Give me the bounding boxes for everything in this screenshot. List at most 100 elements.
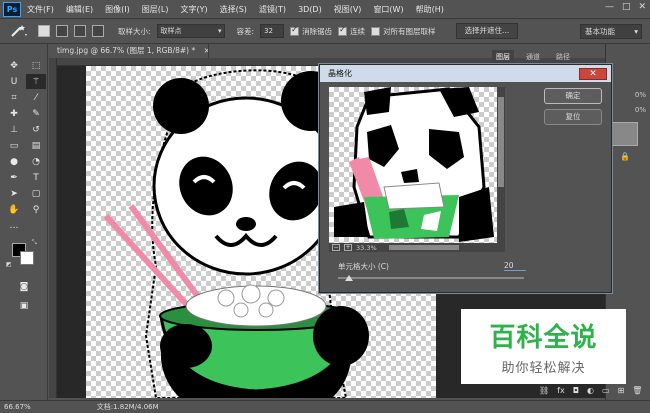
zoom-in-button[interactable]: + [344,244,352,251]
marquee-tool-icon[interactable]: ⬚ [26,58,46,73]
watermark: 百科全说 助你轻松解决 [461,309,626,384]
healing-brush-icon[interactable]: ✚ [4,106,24,121]
preview-zoom-bar: − + 33.3% [329,243,505,252]
magic-wand-icon[interactable] [6,21,32,41]
menu-3d[interactable]: 3D(D) [298,5,322,14]
history-brush-icon[interactable]: ↺ [26,122,46,137]
quick-mask-icon[interactable]: ◙ [14,279,34,294]
link-layers-icon[interactable]: ⛓ [539,386,549,400]
dialog-close-button[interactable]: ✕ [579,68,607,80]
menu-filter[interactable]: 滤镜(T) [259,4,286,15]
menu-edit[interactable]: 编辑(E) [66,4,93,15]
cell-size-label: 单元格大小 (C) [338,262,389,271]
more-tools-icon[interactable]: … [4,218,24,233]
move-tool-icon[interactable]: ✥ [4,58,24,73]
document-tab[interactable]: timg.jpg @ 66.7% (图层 1, RGB/8#) * × [49,44,209,58]
zoom-level[interactable]: 66.67% [4,403,31,411]
menu-window[interactable]: 窗口(W) [373,4,403,15]
dodge-tool-icon[interactable]: ◔ [26,154,46,169]
contiguous-option[interactable]: 连续 [338,25,366,37]
antialias-option[interactable]: 消除锯齿 [290,25,332,37]
menu-view[interactable]: 视图(V) [334,4,362,15]
background-color[interactable] [20,251,34,265]
new-group-icon[interactable]: ▭ [602,386,610,400]
close-tab-icon[interactable]: × [204,46,208,55]
layers-panel-tabs: 图层 通道 路径 [478,50,650,64]
brush-tool-icon[interactable]: ✎ [26,106,46,121]
color-swatches[interactable]: ◩ ⤡ [6,239,38,269]
workspace-select[interactable]: 基本功能 [580,24,642,39]
sample-size-label: 取样大小: [118,26,151,36]
pen-tool-icon[interactable]: ✒ [4,170,24,185]
sample-all-checkbox[interactable] [371,26,381,36]
photoshop-logo: Ps [3,1,21,17]
lasso-tool-icon[interactable]: ᑌ [4,74,24,89]
layer-thumbnail[interactable] [612,122,638,146]
ok-button[interactable]: 确定 [544,88,602,104]
layer-footer-icons: ⛓ fx ◘ ◐ ▭ ⊞ 🗑 [535,386,650,400]
crystallize-dialog: 晶格化 ✕ − + 33.3% 确定 复位 单元格大小 (C) 20 [319,64,612,293]
crop-tool-icon[interactable]: ⌗ [4,90,24,105]
tab-channels[interactable]: 通道 [522,50,544,64]
screen-mode-icon[interactable]: ▣ [14,298,34,313]
new-layer-icon[interactable]: ⊞ [618,386,625,400]
delete-layer-icon[interactable]: 🗑 [632,386,642,400]
minimize-icon[interactable]: — [605,2,614,12]
menu-select[interactable]: 选择(S) [220,4,247,15]
zoom-tool-icon[interactable]: ⚲ [26,202,46,217]
tools-panel: ✥ ⬚ ᑌ ⚚ ⌗ ⁄ ✚ ✎ ⊥ ↺ ▭ ▤ ● ◔ ✒ T ➤ ▢ ✋ ⚲ … [0,44,48,401]
eyedropper-tool-icon[interactable]: ⁄ [26,90,46,105]
filter-preview[interactable] [329,87,497,243]
preview-zoom-text: 33.3% [356,243,377,252]
eraser-tool-icon[interactable]: ▭ [4,138,24,153]
reset-button[interactable]: 复位 [544,109,602,125]
antialias-checkbox[interactable] [290,25,300,36]
add-mask-icon[interactable]: ◘ [573,386,579,400]
status-bar: 66.67% 文档:1.82M/4.06M [0,400,650,413]
path-select-icon[interactable]: ➤ [4,186,24,201]
preview-vertical-scrollbar[interactable] [497,87,505,243]
select-and-mask-button[interactable]: 选择并遮住... [455,23,519,39]
watermark-title: 百科全说 [489,323,598,353]
cell-size-slider[interactable] [338,277,524,279]
new-selection-icon[interactable] [38,25,50,37]
menu-image[interactable]: 图像(I) [105,4,130,15]
intersect-selection-icon[interactable] [92,25,104,37]
tab-paths[interactable]: 路径 [552,50,574,64]
sample-all-label: 对所有图层取样 [383,26,436,36]
hand-tool-icon[interactable]: ✋ [4,202,24,217]
default-colors-icon[interactable]: ◩ [6,261,12,268]
cell-size-input[interactable]: 20 [504,261,526,271]
tab-layers[interactable]: 图层 [492,50,514,64]
sample-all-option[interactable]: 对所有图层取样 [371,26,436,37]
fx-icon[interactable]: fx [557,386,565,400]
add-selection-icon[interactable] [56,25,68,37]
crystallized-panda-preview [334,87,494,242]
blur-tool-icon[interactable]: ● [4,154,24,169]
document-info: 文档:1.82M/4.06M [96,403,159,411]
adjustment-layer-icon[interactable]: ◐ [587,386,594,400]
zoom-out-button[interactable]: − [332,244,340,251]
tolerance-label: 容差: [236,26,255,36]
maximize-icon[interactable]: □ [622,2,631,12]
subtract-selection-icon[interactable] [74,25,86,37]
vertical-scroll-thumb[interactable] [498,97,504,187]
contiguous-checkbox[interactable] [338,25,348,36]
menu-bar: Ps 文件(F) 编辑(E) 图像(I) 图层(L) 文字(Y) 选择(S) 滤… [0,0,650,18]
contiguous-label: 连续 [350,26,366,36]
tolerance-input[interactable]: 32 [260,24,285,38]
shape-tool-icon[interactable]: ▢ [26,186,46,201]
menu-type[interactable]: 文字(Y) [180,4,207,15]
menu-file[interactable]: 文件(F) [27,4,54,15]
cell-size-slider-handle[interactable] [344,275,353,281]
sample-size-select[interactable]: 取样点 [156,24,225,38]
close-icon[interactable]: ✕ [638,2,646,12]
menu-layer[interactable]: 图层(L) [142,4,169,15]
menu-help[interactable]: 帮助(H) [416,4,444,15]
type-tool-icon[interactable]: T [26,170,46,185]
magic-wand-tool-icon[interactable]: ⚚ [26,74,46,89]
clone-stamp-icon[interactable]: ⊥ [4,122,24,137]
gradient-tool-icon[interactable]: ▤ [26,138,46,153]
horizontal-scroll-thumb[interactable] [388,245,459,250]
swap-colors-icon[interactable]: ⤡ [32,239,37,247]
